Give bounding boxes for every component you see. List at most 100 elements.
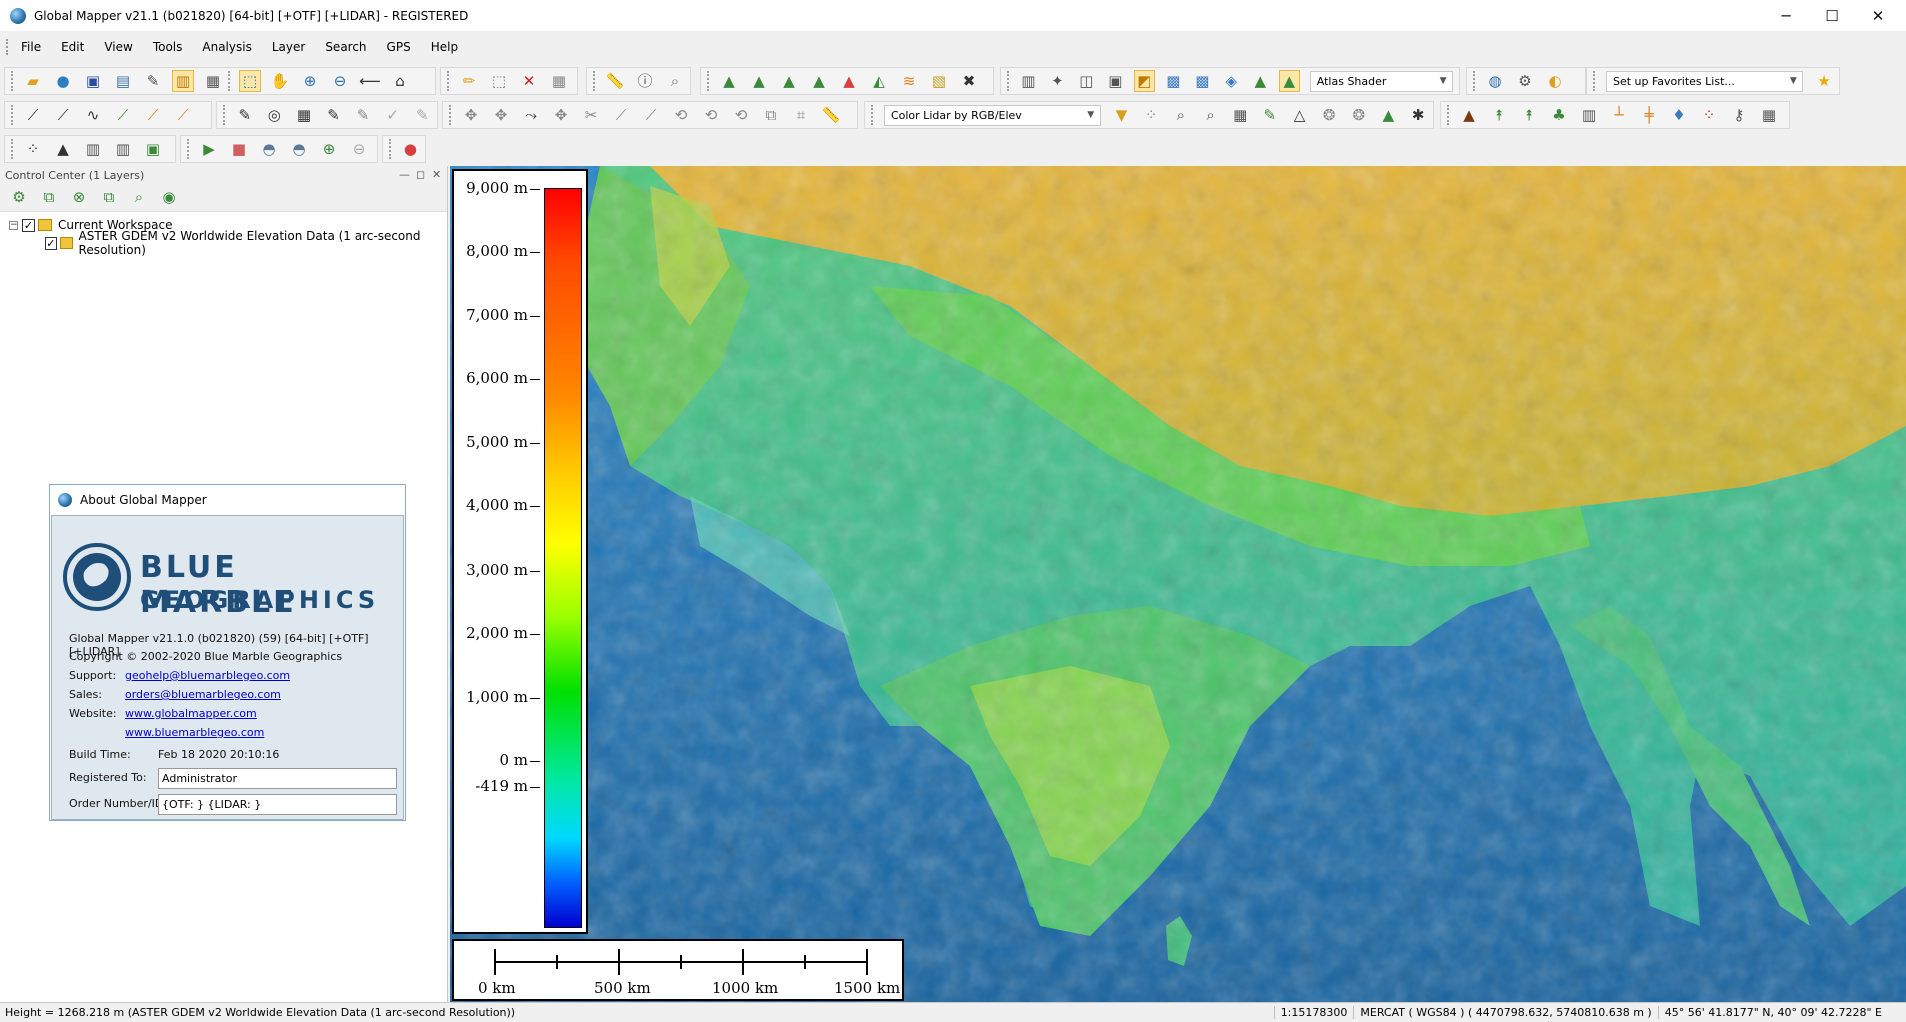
triangle-icon[interactable]: △ bbox=[1289, 104, 1311, 126]
menu-analysis[interactable]: Analysis bbox=[192, 40, 261, 54]
city-icon[interactable]: ▥ bbox=[82, 138, 104, 160]
key-icon[interactable]: ⚷ bbox=[1728, 104, 1750, 126]
lidar-edit-icon[interactable]: ✎ bbox=[1259, 104, 1281, 126]
point-scatter-icon[interactable]: ⁘ bbox=[22, 138, 44, 160]
layer-add-icon[interactable]: ⧉ bbox=[38, 187, 60, 209]
line-split-icon[interactable]: ⟋ bbox=[640, 104, 662, 126]
pin-icon[interactable]: ✦ bbox=[1047, 70, 1068, 92]
toolbar-grip[interactable] bbox=[1447, 105, 1451, 125]
med-veg-icon[interactable]: ⯭ bbox=[1518, 104, 1540, 126]
app-globe-icon[interactable] bbox=[10, 7, 26, 24]
volume-icon[interactable]: ▲ bbox=[808, 70, 830, 92]
menu-edit[interactable]: Edit bbox=[51, 40, 94, 54]
layer-visibility-icon[interactable]: ◉ bbox=[158, 187, 180, 209]
overlay-control-icon[interactable]: ▥ bbox=[172, 70, 194, 92]
toolbar-grip[interactable] bbox=[11, 71, 15, 91]
move-vertex-icon[interactable]: ✥ bbox=[460, 104, 482, 126]
map-view[interactable]: 9,000 m 8,000 m 7,000 m 6,000 m 5,000 m … bbox=[450, 166, 1906, 1002]
gps-add-icon[interactable]: ⊕ bbox=[318, 138, 340, 160]
config-wrench-icon[interactable]: ✎ bbox=[142, 70, 164, 92]
ruler-icon[interactable]: 📏 bbox=[820, 104, 842, 126]
color-wheel-icon[interactable]: ● bbox=[400, 138, 421, 160]
toolbar-grip[interactable] bbox=[707, 71, 711, 91]
star-icon[interactable]: ★ bbox=[1813, 70, 1835, 92]
toolbar-grip[interactable] bbox=[11, 139, 15, 159]
online-data-globe-icon[interactable]: ◍ bbox=[1484, 70, 1506, 92]
chevron-down-icon[interactable]: ▼ bbox=[1436, 74, 1450, 89]
contour-icon[interactable]: ◭ bbox=[868, 70, 890, 92]
terrain-profile-icon[interactable]: ▲ bbox=[718, 70, 740, 92]
support-link[interactable]: geohelp@bluemarblegeo.com bbox=[125, 669, 290, 682]
zoom-out-icon[interactable]: ⊖ bbox=[329, 70, 351, 92]
ground-class-icon[interactable]: ▲ bbox=[1378, 104, 1400, 126]
toolbar-grip[interactable] bbox=[1473, 71, 1477, 91]
draw-polyline-icon[interactable]: ⟋ bbox=[52, 104, 74, 126]
toolbar-grip[interactable] bbox=[447, 71, 451, 91]
workspace-checkbox[interactable]: ✓ bbox=[22, 218, 35, 232]
contrast-icon[interactable]: ▩ bbox=[1163, 70, 1184, 92]
split-view-icon[interactable]: ◫ bbox=[1076, 70, 1097, 92]
menu-tools[interactable]: Tools bbox=[143, 40, 193, 54]
create-point-icon[interactable]: ✎ bbox=[234, 104, 256, 126]
range-ring-icon[interactable]: ◎ bbox=[264, 104, 286, 126]
lidar-stats-icon[interactable]: ▦ bbox=[1758, 104, 1780, 126]
minimize-button[interactable]: ─ bbox=[1763, 0, 1809, 31]
tile-view-icon[interactable]: ▥ bbox=[1018, 70, 1039, 92]
pole-icon[interactable]: ┴ bbox=[1608, 104, 1630, 126]
split-icon[interactable]: ✂ bbox=[580, 104, 602, 126]
layer-metadata-icon[interactable]: ⧉ bbox=[98, 187, 120, 209]
website-link-bluemarble[interactable]: www.bluemarblegeo.com bbox=[125, 726, 264, 739]
layer-close-icon[interactable]: ⊗ bbox=[68, 187, 90, 209]
tree-icon[interactable]: ♣ bbox=[1548, 104, 1570, 126]
grid-select-icon[interactable]: ▦ bbox=[548, 70, 570, 92]
raster-calc-icon[interactable]: ▧ bbox=[928, 70, 950, 92]
draw-area-icon[interactable]: ⟋ bbox=[112, 104, 134, 126]
maximize-button[interactable]: ☐ bbox=[1809, 0, 1855, 31]
gear-icon[interactable]: ⚙ bbox=[1514, 70, 1536, 92]
rotate-icon[interactable]: ⟲ bbox=[670, 104, 692, 126]
elevation-grid-icon[interactable]: ▲ bbox=[778, 70, 800, 92]
panel-minimize-icon[interactable]: — bbox=[399, 168, 410, 181]
path-profile-icon[interactable]: ≋ bbox=[898, 70, 920, 92]
line-join-icon[interactable]: ⟋ bbox=[610, 104, 632, 126]
toolbar-grip[interactable] bbox=[449, 105, 453, 125]
draw-line-icon[interactable]: ⟋ bbox=[22, 104, 44, 126]
registered-field[interactable]: Administrator bbox=[158, 768, 397, 789]
globe-icon[interactable]: ● bbox=[52, 70, 74, 92]
map-layout-icon[interactable]: ▦ bbox=[202, 70, 224, 92]
measure-point-icon[interactable]: ✎ bbox=[323, 104, 345, 126]
sales-link[interactable]: orders@bluemarblegeo.com bbox=[125, 688, 281, 701]
shader-toggle-icon[interactable]: ◩ bbox=[1133, 70, 1155, 92]
chevron-down-icon[interactable]: ▼ bbox=[1786, 74, 1800, 89]
toolbar-grip[interactable] bbox=[593, 71, 597, 91]
lidar-filter-icon[interactable]: ▼ bbox=[1111, 104, 1133, 126]
draw-feature-icon[interactable]: ⟋ bbox=[142, 104, 164, 126]
find-icon[interactable]: ⌕ bbox=[664, 70, 686, 92]
lidar-color-select[interactable]: Color Lidar by RGB/Elev ▼ bbox=[883, 104, 1101, 126]
pencil-icon[interactable]: ✏ bbox=[458, 70, 480, 92]
powerline-icon[interactable]: ╪ bbox=[1638, 104, 1660, 126]
menu-gps[interactable]: GPS bbox=[377, 40, 421, 54]
lidar-grid-icon[interactable]: ▦ bbox=[1229, 104, 1251, 126]
map-export-icon[interactable]: ▣ bbox=[142, 138, 164, 160]
select-box-icon[interactable]: ⬚ bbox=[488, 70, 510, 92]
delete-x-icon[interactable]: ✕ bbox=[518, 70, 540, 92]
order-field[interactable]: {OTF: } {LIDAR: } bbox=[158, 794, 397, 815]
close-button[interactable]: ✕ bbox=[1855, 0, 1901, 31]
water-drop-icon[interactable]: ♦ bbox=[1668, 104, 1690, 126]
toolbar-grip[interactable] bbox=[223, 105, 227, 125]
building-icon[interactable]: ▥ bbox=[1578, 104, 1600, 126]
3d-view-icon[interactable]: ▣ bbox=[1105, 70, 1126, 92]
add-vertex-icon[interactable]: ✥ bbox=[490, 104, 512, 126]
hillshade-icon[interactable]: ▲ bbox=[1250, 70, 1271, 92]
toolbar-grip[interactable] bbox=[389, 139, 393, 159]
scale-feature-icon[interactable]: ⟲ bbox=[700, 104, 722, 126]
gps-vessel-icon[interactable]: ◓ bbox=[288, 138, 310, 160]
toolbar-grip[interactable] bbox=[1593, 71, 1597, 91]
gps-remove-icon[interactable]: ⊖ bbox=[348, 138, 370, 160]
workspace-icon[interactable]: ▤ bbox=[112, 70, 134, 92]
vertical-exag-icon[interactable]: ▩ bbox=[1192, 70, 1213, 92]
ground-icon[interactable]: ▲ bbox=[1458, 104, 1480, 126]
toolbar-grip[interactable] bbox=[228, 71, 232, 91]
tree-row-layer[interactable]: ✓ ASTER GDEM v2 Worldwide Elevation Data… bbox=[0, 229, 447, 257]
